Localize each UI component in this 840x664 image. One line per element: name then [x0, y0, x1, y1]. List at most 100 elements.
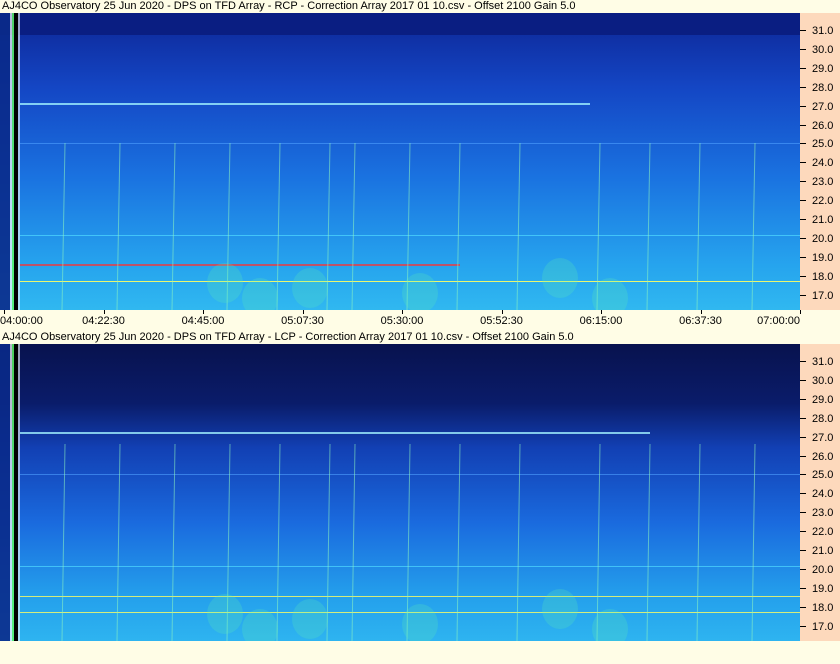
y-tick-label: 29.0: [800, 393, 840, 407]
y-tick-mark: [800, 30, 806, 31]
y-tick-label: 29.0: [800, 62, 840, 76]
y-tick-label: 25.0: [800, 137, 840, 151]
y-tick-label: 19.0: [800, 251, 840, 265]
y-tick-label: 22.0: [800, 525, 840, 539]
y-tick-mark: [800, 455, 806, 457]
frequency-axis-lcp: 31.0 30.0 29.0 28.0 27.0 26.0 25.0 24.0 23.0 22.0…: [800, 344, 840, 641]
y-tick-label: 20.0: [800, 232, 840, 246]
y-tick-mark: [800, 105, 806, 107]
y-tick-text: 27.0: [812, 100, 834, 113]
y-tick-mark: [800, 531, 806, 533]
y-tick-text: 31.0: [812, 25, 834, 37]
y-tick-mark: [800, 625, 806, 627]
y-tick-mark: [800, 256, 806, 258]
y-tick-text: 27.0: [812, 431, 834, 444]
y-tick-label: 30.0: [800, 43, 840, 57]
y-tick-mark: [800, 361, 806, 362]
x-tick-text: 06:15:00: [579, 315, 623, 327]
y-tick-text: 28.0: [812, 81, 834, 94]
y-tick-text: 19.0: [812, 251, 834, 264]
burst-cluster: [207, 263, 243, 303]
edge-band: [0, 344, 10, 641]
y-tick-label: 24.0: [800, 156, 840, 170]
interference-band: [20, 566, 800, 567]
y-tick-text: 26.0: [812, 450, 834, 463]
y-tick-text: 18.0: [812, 270, 834, 283]
y-tick-mark: [800, 568, 806, 570]
y-tick-text: 28.0: [812, 412, 834, 425]
y-tick-text: 19.0: [812, 582, 834, 595]
x-tick-text: 04:22:30: [82, 315, 125, 327]
y-tick-mark: [800, 512, 806, 514]
y-tick-text: 24.0: [812, 488, 834, 501]
panel-title-lcp: AJ4CO Observatory 25 Jun 2020 - DPS on T…: [0, 331, 800, 344]
edge-band: [12, 344, 14, 641]
y-tick-text: 31.0: [812, 356, 834, 368]
x-tick-text: 04:45:00: [181, 315, 225, 327]
time-axis-rcp: 04:00:00 04:22:30 04:45:00 05:07:30 05:30:00…: [0, 310, 840, 328]
y-tick-text: 20.0: [812, 563, 834, 576]
y-tick-text: 30.0: [812, 374, 834, 387]
edge-band: [18, 13, 20, 310]
y-tick-label: 18.0: [800, 270, 840, 284]
burst-cluster: [542, 589, 578, 629]
y-tick-mark: [800, 48, 806, 50]
y-tick-text: 21.0: [812, 545, 834, 557]
y-tick-mark: [800, 200, 806, 202]
spectrogram-rcp[interactable]: [0, 13, 800, 310]
spectrogram-rcp-image: [0, 13, 800, 310]
spectrogram-lcp-image: [0, 344, 800, 641]
y-tick-label: 18.0: [800, 601, 840, 615]
spectrogram-lcp[interactable]: [0, 344, 800, 641]
burst-cluster: [542, 258, 578, 298]
edge-band: [0, 13, 10, 310]
x-tick-text: 05:07:30: [281, 315, 324, 327]
y-tick-text: 25.0: [812, 138, 834, 151]
y-tick-label: 17.0: [800, 620, 840, 634]
y-tick-mark: [800, 436, 806, 438]
y-tick-label: 31.0: [800, 355, 840, 369]
y-tick-label: 24.0: [800, 487, 840, 501]
y-tick-text: 18.0: [812, 601, 834, 614]
y-tick-mark: [800, 587, 806, 589]
burst-cluster: [292, 268, 328, 308]
bottom-strip: [0, 642, 840, 664]
y-tick-text: 17.0: [812, 289, 834, 302]
y-tick-text: 29.0: [812, 62, 834, 75]
y-tick-mark: [800, 606, 806, 608]
x-tick-text: 04:00:00: [0, 315, 43, 327]
frequency-axis-rcp: 31.0 30.0 29.0 28.0 27.0 26.0 25.0 24.0 23.0 22.0…: [800, 13, 840, 310]
y-tick-text: 23.0: [812, 507, 834, 520]
y-tick-mark: [800, 67, 806, 69]
y-tick-mark: [800, 294, 806, 296]
y-tick-mark: [800, 86, 806, 88]
y-tick-mark: [800, 379, 806, 381]
y-tick-label: 27.0: [800, 431, 840, 445]
y-tick-mark: [800, 237, 806, 239]
y-tick-label: 17.0: [800, 289, 840, 303]
x-tick-text: 05:52:30: [480, 315, 523, 327]
interference-band: [20, 264, 460, 266]
y-tick-label: 21.0: [800, 544, 840, 558]
y-tick-text: 22.0: [812, 195, 834, 208]
y-tick-label: 21.0: [800, 213, 840, 227]
edge-band: [18, 344, 20, 641]
y-tick-label: 26.0: [800, 450, 840, 464]
y-tick-mark: [800, 474, 806, 476]
y-tick-label: 26.0: [800, 119, 840, 133]
y-tick-mark: [800, 181, 806, 183]
y-tick-label: 19.0: [800, 582, 840, 596]
y-tick-label: 23.0: [800, 175, 840, 189]
burst-cluster: [207, 594, 243, 634]
interference-band: [20, 235, 800, 236]
edge-band: [10, 13, 12, 310]
y-tick-text: 29.0: [812, 393, 834, 406]
x-tick-text: 05:30:00: [380, 315, 424, 327]
y-tick-text: 24.0: [812, 157, 834, 170]
interference-band: [20, 596, 800, 597]
y-tick-label: 28.0: [800, 81, 840, 95]
y-tick-label: 20.0: [800, 563, 840, 577]
y-tick-mark: [800, 219, 806, 220]
y-tick-label: 27.0: [800, 100, 840, 114]
y-tick-text: 30.0: [812, 43, 834, 56]
